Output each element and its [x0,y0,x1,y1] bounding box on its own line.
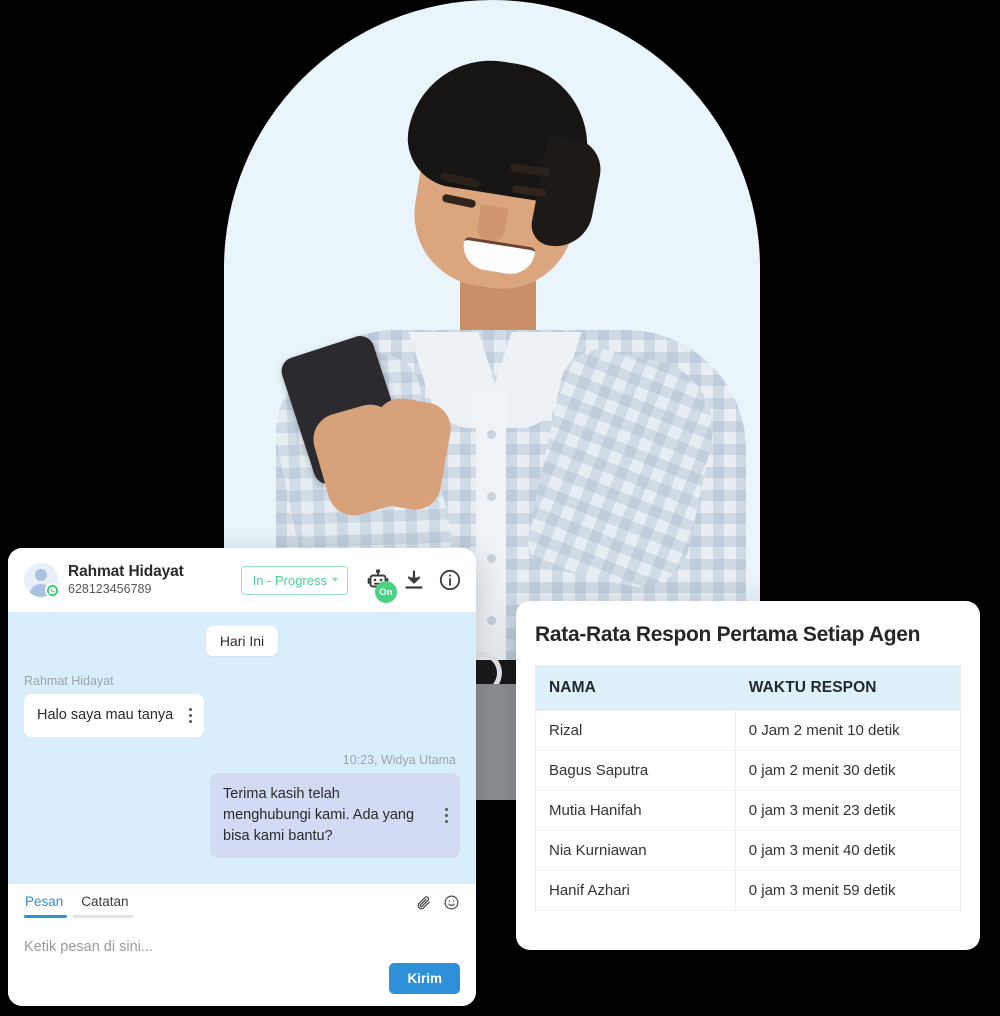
composer-tabs: Pesan Catatan [24,894,139,925]
cell-nama: Hanif Azhari [535,870,736,911]
message-row-outgoing: Terima kasih telah menghubungi kami. Ada… [24,773,460,859]
composer-toolbar: Pesan Catatan [24,894,460,925]
message-row-incoming: Halo saya mau tanya [24,694,460,738]
cell-waktu: 0 jam 2 menit 30 detik [734,750,962,791]
cell-nama: Mutia Hanifah [535,790,736,831]
whatsapp-badge-icon [45,583,60,598]
attach-button[interactable] [415,894,432,911]
column-header-nama: NAMA [535,665,736,711]
header-icon-group: On [366,568,462,603]
chevron-down-icon [332,578,338,582]
chat-header: Rahmat Hidayat 628123456789 In - Progres… [8,548,476,612]
tab-pesan-underline [24,915,68,918]
message-menu-icon[interactable] [187,708,192,723]
shirt-button [487,554,496,563]
robot-toggle[interactable]: On [366,568,397,603]
message-input[interactable]: Ketik pesan di sini... [24,939,460,955]
message-menu-icon[interactable] [443,808,448,824]
incoming-message-meta: Rahmat Hidayat [24,674,114,688]
date-divider-chip: Hari Ini [205,626,279,656]
chat-conversation-card: Rahmat Hidayat 628123456789 In - Progres… [8,548,476,1006]
date-divider-row: Hari Ini [24,626,460,656]
table-row: Rizal 0 Jam 2 menit 10 detik [535,710,962,751]
report-title: Rata-Rata Respon Pertama Setiap Agen [535,623,921,646]
contact-name: Rahmat Hidayat [68,562,184,580]
agent-response-report-card: Rata-Rata Respon Pertama Setiap Agen NAM… [516,601,980,950]
tab-catatan-label: Catatan [81,894,129,909]
avatar [24,563,60,598]
composer-footer: Kirim [24,963,460,994]
message-text: Halo saya mau tanya [37,707,174,723]
table-row: Hanif Azhari 0 jam 3 menit 59 detik [535,870,962,911]
cell-waktu: 0 Jam 2 menit 10 detik [734,710,962,751]
table-row: Bagus Saputra 0 jam 2 menit 30 detik [535,750,962,791]
send-button[interactable]: Kirim [389,963,460,994]
cell-nama: Bagus Saputra [535,750,736,791]
agent-response-table: NAMA WAKTU RESPON Rizal 0 Jam 2 menit 10… [535,665,962,911]
tab-pesan[interactable]: Pesan [24,894,73,925]
contact-phone: 628123456789 [68,581,152,596]
table-row: Mutia Hanifah 0 jam 3 menit 23 detik [535,790,962,831]
status-dropdown[interactable]: In - Progress [240,565,348,595]
bot-on-badge: On [375,581,397,603]
info-icon [439,569,461,591]
column-header-waktu-respon: WAKTU RESPON [734,665,962,711]
cell-nama: Nia Kurniawan [535,830,736,871]
shirt-button [487,492,496,501]
cell-waktu: 0 jam 3 menit 59 detik [734,870,962,911]
info-button[interactable] [438,568,462,592]
screenshot-canvas: Rahmat Hidayat 628123456789 In - Progres… [0,0,1000,1016]
shirt-button [487,616,496,625]
message-list: Hari Ini Rahmat Hidayat Halo saya mau ta… [8,612,476,884]
status-label: In - Progress [252,572,327,588]
emoji-button[interactable] [443,894,460,911]
tab-catatan-underline [73,915,133,918]
message-bubble-outgoing[interactable]: Terima kasih telah menghubungi kami. Ada… [210,773,460,859]
contact-info: Rahmat Hidayat 628123456789 [68,562,231,599]
cell-waktu: 0 jam 3 menit 23 detik [734,790,962,831]
message-text: Terima kasih telah menghubungi kami. Ada… [223,786,415,845]
shirt-button [487,430,496,439]
message-bubble-incoming[interactable]: Halo saya mau tanya [24,694,205,738]
message-composer: Pesan Catatan Ketik pesan di sini... Kir… [8,884,476,1006]
tab-catatan[interactable]: Catatan [73,894,138,925]
composer-action-icons [415,894,460,911]
download-icon [405,570,423,589]
cell-nama: Rizal [535,710,736,751]
table-header-row: NAMA WAKTU RESPON [535,665,962,711]
table-row: Nia Kurniawan 0 jam 3 menit 40 detik [535,830,962,871]
outgoing-message-meta: 10:23, Widya Utama [342,753,456,768]
paperclip-icon [417,896,430,910]
tab-pesan-label: Pesan [25,894,64,909]
smiley-icon [444,895,459,910]
download-button[interactable] [402,568,426,592]
cell-waktu: 0 jam 3 menit 40 detik [734,830,962,871]
